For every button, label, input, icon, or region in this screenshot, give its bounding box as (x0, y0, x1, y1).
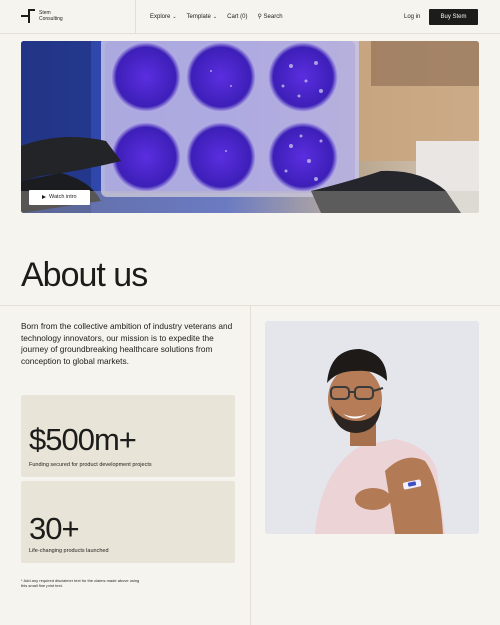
lab-petri-dish-illustration (21, 41, 479, 213)
stat-card: 30+ Life-changing products launched (21, 481, 235, 563)
logo[interactable]: Stem Consulting (0, 0, 136, 34)
nav-template[interactable]: Template ⌄ (187, 13, 218, 21)
login-link[interactable]: Log in (404, 13, 420, 21)
watch-intro-label: Watch intro (49, 194, 77, 200)
chevron-down-icon: ⌄ (212, 14, 218, 20)
stat-label: Life-changing products launched (29, 548, 109, 554)
stat-card: $500m+ Funding secured for product devel… (21, 395, 235, 477)
logo-text: Stem Consulting (39, 10, 79, 22)
stat-value: $500m+ (29, 422, 137, 457)
nav-cart[interactable]: Cart (0) (227, 13, 247, 21)
nav-search[interactable]: ⚲ Search (257, 13, 282, 21)
chevron-down-icon: ⌄ (172, 14, 177, 20)
smiling-man-illustration (265, 321, 479, 534)
nav-search-label: Search (263, 14, 283, 20)
top-nav: Stem Consulting Explore ⌄ Template ⌄ Cart … (0, 0, 500, 34)
stat-value: 30+ (29, 511, 80, 546)
stat-label: Funding secured for product development … (29, 462, 152, 468)
nav-links: Explore ⌄ Template ⌄ Cart (0) ⚲ Search (150, 13, 283, 21)
buy-button[interactable]: Buy Stem (429, 9, 478, 25)
column-divider (250, 306, 251, 625)
search-icon: ⚲ (257, 14, 262, 20)
section-title: About us (21, 256, 148, 294)
disclaimer-note: * Add any required disclaimer text for t… (21, 578, 140, 588)
nav-explore-label: Explore (150, 14, 171, 20)
intro-paragraph: Born from the collective ambition of ind… (21, 321, 233, 366)
nav-template-label: Template (186, 14, 211, 20)
watch-intro-button[interactable]: Watch intro (29, 190, 90, 205)
play-icon (42, 195, 46, 199)
portrait-image (265, 321, 479, 534)
hero-image (21, 41, 479, 213)
nav-explore[interactable]: Explore ⌄ (150, 13, 177, 21)
logo-line-2: Consulting (39, 16, 63, 22)
logo-icon (21, 9, 35, 23)
